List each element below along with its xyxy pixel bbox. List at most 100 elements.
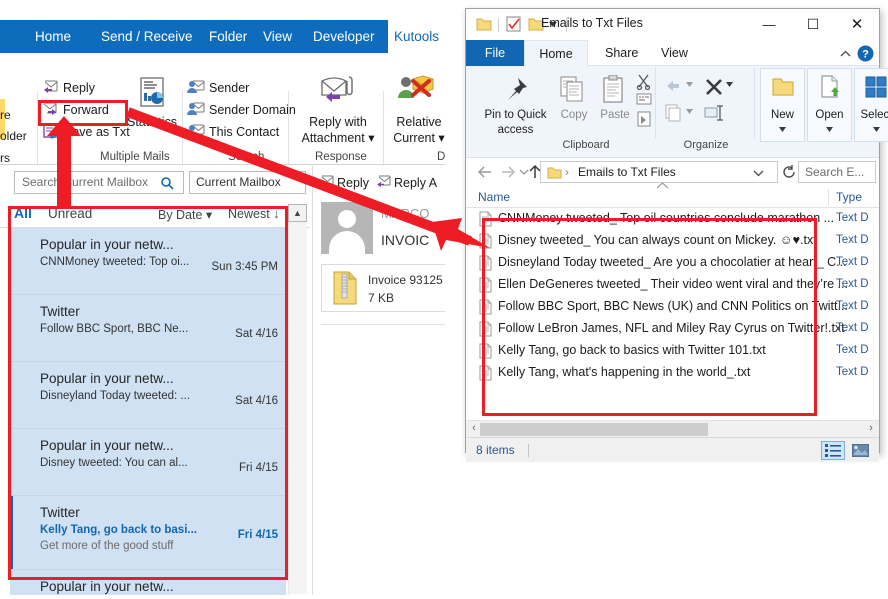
- move-to-icon[interactable]: [664, 78, 684, 96]
- chevron-down-icon[interactable]: [778, 126, 787, 133]
- mail-list-item-unread[interactable]: Twitter Kelly Tang, go back to basi... F…: [10, 496, 286, 570]
- file-list-item[interactable]: Disneyland Today tweeted_ Are you a choc…: [466, 252, 879, 274]
- search-icon[interactable]: [161, 177, 174, 190]
- pin-to-quick-access-label-2[interactable]: access: [478, 124, 553, 136]
- ribbon-reply-with-attachment-line1[interactable]: Reply with: [296, 115, 380, 129]
- tab-file[interactable]: File: [466, 40, 524, 66]
- help-question-icon[interactable]: ?: [857, 45, 874, 62]
- pin-to-quick-access-label-1[interactable]: Pin to Quick: [478, 109, 553, 121]
- properties-checkmark-icon[interactable]: [506, 16, 522, 32]
- column-header-name[interactable]: Name: [478, 190, 510, 204]
- ribbon-sender-label[interactable]: Sender: [209, 81, 249, 95]
- reply-icon: [42, 79, 59, 94]
- mail-list-item[interactable]: Popular in your netw... Disneyland Today…: [10, 362, 286, 429]
- ribbon-forward-label[interactable]: Forward: [63, 103, 109, 117]
- maximize-button[interactable]: ☐: [791, 9, 835, 40]
- file-list-item[interactable]: Follow LeBron James, NFL and Miley Ray C…: [466, 318, 879, 340]
- tab-kutools[interactable]: Kutools: [388, 20, 445, 53]
- refresh-icon[interactable]: [782, 165, 796, 179]
- tab-developer[interactable]: Developer: [302, 20, 386, 53]
- ribbon-reply-with-attachment-line2[interactable]: Attachment ▾: [296, 131, 380, 145]
- column-header-type[interactable]: Type: [836, 190, 862, 204]
- ribbon-this-contact-label[interactable]: This Contact: [209, 125, 279, 139]
- file-name: Disney tweeted_ You can always count on …: [498, 233, 817, 247]
- file-list-item[interactable]: Follow BBC Sport, BBC News (UK) and CNN …: [466, 296, 879, 318]
- sort-by-date[interactable]: By Date ▾: [158, 207, 212, 222]
- qat-divider: [498, 18, 499, 32]
- contact-icon: [187, 79, 205, 94]
- file-list-item[interactable]: Kelly Tang, go back to basics with Twitt…: [466, 340, 879, 362]
- delete-x-icon[interactable]: [704, 77, 724, 97]
- copy-to-icon[interactable]: [664, 104, 684, 122]
- folder-icon[interactable]: [476, 17, 492, 31]
- ribbon-sender-domain-label[interactable]: Sender Domain: [209, 103, 296, 117]
- filter-unread[interactable]: Unread: [48, 206, 92, 221]
- search-input[interactable]: Search Current Mailbox: [14, 171, 184, 194]
- file-list-item[interactable]: Ellen DeGeneres tweeted_ Their video wen…: [466, 274, 879, 296]
- maillist-scrollbar[interactable]: [288, 222, 307, 594]
- mail-list-item[interactable]: Popular in your netw... Disney tweeted: …: [10, 429, 286, 496]
- search-scope-select[interactable]: Current Mailbox: [189, 171, 306, 194]
- close-button[interactable]: ✕: [835, 9, 879, 40]
- ribbon-relative-current-line1[interactable]: Relative: [388, 115, 445, 129]
- tab-send-receive[interactable]: Send / Receive: [90, 20, 204, 53]
- select-button-label[interactable]: Select: [854, 109, 888, 121]
- ribbon-reply-label[interactable]: Reply: [63, 81, 95, 95]
- maillist-scroll-up-button[interactable]: ▲: [288, 204, 307, 222]
- file-type: Text D: [836, 234, 869, 246]
- tab-share[interactable]: Share: [592, 40, 651, 66]
- chevron-up-icon[interactable]: [840, 50, 851, 57]
- file-list-column-headers: Name Type: [466, 186, 879, 208]
- open-button-label[interactable]: Open: [807, 109, 852, 121]
- tab-view[interactable]: View: [252, 20, 303, 53]
- mail-list-item[interactable]: Popular in your netw... CNNMoney tweeted…: [10, 228, 286, 295]
- ribbon-relative-current-line2[interactable]: Current ▾: [388, 131, 445, 145]
- tab-folder[interactable]: Folder: [198, 20, 258, 53]
- text-document-icon: [479, 343, 492, 359]
- paste-button-label[interactable]: Paste: [598, 109, 632, 121]
- ribbon-statistics-label[interactable]: Statistics: [119, 115, 185, 129]
- breadcrumb[interactable]: Emails to Txt Files: [578, 165, 676, 179]
- chevron-down-icon[interactable]: [825, 126, 834, 133]
- minimize-button[interactable]: —: [747, 9, 791, 40]
- scroll-right-arrow[interactable]: ›: [864, 422, 878, 434]
- sort-order[interactable]: Newest ↓: [228, 207, 279, 221]
- back-arrow-icon[interactable]: [478, 165, 493, 179]
- tab-home[interactable]: Home: [24, 20, 82, 53]
- chevron-down-icon[interactable]: [872, 126, 881, 133]
- large-icons-view-button[interactable]: [849, 441, 873, 460]
- file-list-horizontal-scrollbar[interactable]: ‹ ›: [466, 420, 879, 437]
- file-list[interactable]: CNNMoney tweeted_ Top oil countries conc…: [466, 208, 879, 420]
- mail-list-item[interactable]: Twitter Follow BBC Sport, BBC Ne... Sat …: [10, 295, 286, 362]
- mail-list-item[interactable]: Popular in your netw... Ellen DeGeneres …: [10, 570, 286, 595]
- chevron-down-icon[interactable]: [725, 81, 734, 88]
- copy-button-label[interactable]: Copy: [559, 109, 589, 121]
- paste-shortcut-icon[interactable]: [636, 110, 652, 127]
- window-title: Emails to Txt Files: [541, 16, 643, 30]
- file-list-item[interactable]: Disney tweeted_ You can always count on …: [466, 230, 879, 252]
- new-button-label[interactable]: New: [760, 109, 805, 121]
- forward-arrow-icon[interactable]: [500, 165, 515, 179]
- file-list-item[interactable]: Kelly Tang, what's happening in the worl…: [466, 362, 879, 384]
- cut-scissors-icon[interactable]: [636, 74, 652, 90]
- chevron-down-icon[interactable]: [753, 170, 764, 177]
- scrollbar-thumb[interactable]: [480, 423, 708, 436]
- file-list-item[interactable]: CNNMoney tweeted_ Top oil countries conc…: [466, 208, 879, 230]
- tab-home[interactable]: Home: [524, 40, 588, 66]
- rename-icon[interactable]: [704, 104, 726, 122]
- chevron-down-icon[interactable]: [685, 108, 694, 115]
- column-divider[interactable]: [828, 189, 829, 205]
- copy-path-icon[interactable]: [636, 93, 652, 106]
- tab-view[interactable]: View: [648, 40, 701, 66]
- reading-pane-reply-button[interactable]: Reply: [337, 176, 369, 190]
- attachment-item[interactable]: Invoice 93125 7 KB: [321, 264, 445, 312]
- chevron-down-icon[interactable]: [685, 81, 694, 88]
- scroll-left-arrow[interactable]: ‹: [467, 422, 481, 434]
- mail-list[interactable]: Popular in your netw... CNNMoney tweeted…: [10, 228, 286, 595]
- explorer-search-input[interactable]: Search E...: [798, 161, 876, 183]
- details-view-button[interactable]: [821, 441, 845, 460]
- reading-pane-reply-all-button[interactable]: Reply A: [394, 176, 437, 190]
- address-bar[interactable]: › Emails to Txt Files: [540, 161, 778, 183]
- attachment-name: Invoice 93125: [368, 273, 443, 287]
- filter-all[interactable]: All: [14, 205, 32, 221]
